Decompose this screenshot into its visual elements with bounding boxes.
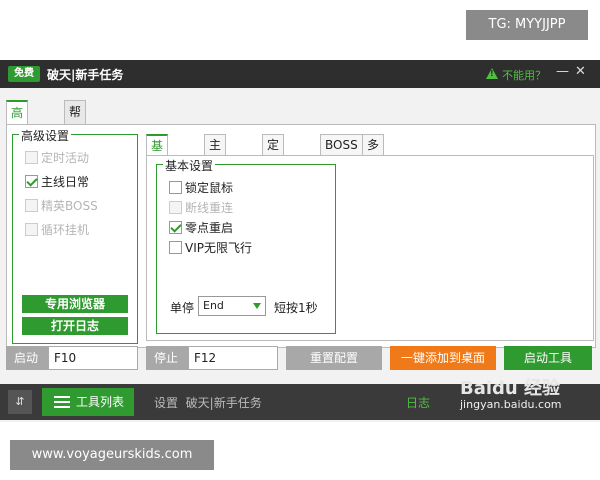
open-log-button[interactable]: 打开日志 xyxy=(22,317,128,335)
checkbox-row-midnight-restart[interactable]: 零点重启 xyxy=(169,219,233,237)
short-press-label: 短按1秒 xyxy=(274,301,318,315)
dedicated-browser-button[interactable]: 专用浏览器 xyxy=(22,295,128,313)
tab-main-daily[interactable]: 主线日常 xyxy=(204,134,227,212)
add-to-desktop-button[interactable]: 一键添加到桌面 xyxy=(390,346,496,370)
checkbox-vip-flight[interactable] xyxy=(169,241,182,254)
checkbox-main-daily[interactable] xyxy=(25,175,38,188)
tab-multiplayer-dungeon[interactable]: 多人副本 xyxy=(362,134,385,212)
free-badge: 免费 xyxy=(8,66,40,82)
checkbox-elite-boss[interactable] xyxy=(25,199,38,212)
checkbox-loop-idle[interactable] xyxy=(25,223,38,236)
tg-overlay: TG: MYYJJPP xyxy=(466,10,588,40)
single-stop-select[interactable]: End xyxy=(198,296,266,316)
title-bar: 免费 破天|新手任务 不能用？ ? — ✕ xyxy=(0,60,600,88)
checkbox-row-elite-boss[interactable]: 精英BOSS xyxy=(25,197,98,215)
checkbox-row-main-daily[interactable]: 主线日常 xyxy=(25,173,89,191)
list-icon xyxy=(54,396,70,408)
tab-help[interactable]: 帮助说明 xyxy=(64,100,87,185)
footer-settings-value: 破天|新手任务 xyxy=(185,396,262,410)
checkbox-row-vip-flight[interactable]: VIP无限飞行 xyxy=(169,239,252,257)
baidu-watermark: Baidu 经验 xyxy=(460,378,561,399)
checkbox-label: 主线日常 xyxy=(41,175,90,189)
tab-advanced-settings[interactable]: 高级设置 xyxy=(6,100,29,186)
basic-settings-legend: 基本设置 xyxy=(163,157,216,174)
stop-hotkey-input[interactable]: F12 xyxy=(188,346,278,370)
expand-button[interactable]: ⇵ xyxy=(8,390,32,414)
baidu-watermark-url: jingyan.baidu.com xyxy=(460,398,562,411)
checkbox-row-timed-activity[interactable]: 定时活动 xyxy=(25,149,89,167)
checkbox-reconnect[interactable] xyxy=(169,201,182,214)
footer-settings-prefix: 设置 xyxy=(154,396,179,410)
checkbox-midnight-restart[interactable] xyxy=(169,221,182,234)
checkbox-timed-activity[interactable] xyxy=(25,151,38,164)
tab-boss[interactable]: BOSS xyxy=(320,134,363,156)
launch-tool-button[interactable]: 启动工具 xyxy=(504,346,592,370)
warning-icon xyxy=(486,68,498,79)
single-stop-label: 单停 xyxy=(170,301,195,315)
start-hotkey-input[interactable]: F10 xyxy=(48,346,138,370)
start-label: 启动 xyxy=(6,346,48,370)
checkbox-label: 定时活动 xyxy=(41,151,90,165)
checkbox-label: 零点重启 xyxy=(185,221,234,235)
reset-config-button[interactable]: 重置配置 xyxy=(286,346,382,370)
tool-list-button[interactable]: 工具列表 xyxy=(42,388,134,416)
select-value: End xyxy=(203,299,224,312)
checkbox-lock-mouse[interactable] xyxy=(169,181,182,194)
checkbox-row-loop-idle[interactable]: 循环挂机 xyxy=(25,221,89,239)
checkbox-row-lock-mouse[interactable]: 锁定鼠标 xyxy=(169,179,233,197)
checkbox-row-reconnect[interactable]: 断线重连 xyxy=(169,199,233,217)
advanced-settings-legend: 高级设置 xyxy=(19,127,72,144)
checkbox-label: VIP无限飞行 xyxy=(185,241,252,255)
app-window: 免费 破天|新手任务 不能用？ ? — ✕ 高级设置 帮助说明 高级设置 定时活… xyxy=(0,60,600,422)
footer-log-link[interactable]: 日志 xyxy=(406,394,430,411)
advanced-settings-group: 高级设置 定时活动 主线日常 精英BOSS 循环挂机 专用浏览器 打开日志 xyxy=(12,127,138,344)
tab-basic-settings[interactable]: 基本设置 xyxy=(146,134,169,213)
checkbox-label: 断线重连 xyxy=(185,201,234,215)
checkbox-label: 精英BOSS xyxy=(41,199,98,213)
checkbox-label: 锁定鼠标 xyxy=(185,181,234,195)
chevron-down-icon xyxy=(253,303,261,309)
tab-timed-activity[interactable]: 定时活动 xyxy=(262,134,285,212)
footer-settings-text: 设置 破天|新手任务 xyxy=(154,394,262,411)
tool-list-label: 工具列表 xyxy=(76,395,125,409)
cant-use-link[interactable]: 不能用？ xyxy=(502,67,546,83)
site-overlay: www.voyageurskids.com xyxy=(10,440,214,470)
stop-label: 停止 xyxy=(146,346,188,370)
close-button[interactable]: ✕ xyxy=(575,64,586,79)
minimize-button[interactable]: — xyxy=(556,64,569,79)
app-title: 破天|新手任务 xyxy=(47,68,124,82)
checkbox-label: 循环挂机 xyxy=(41,223,90,237)
